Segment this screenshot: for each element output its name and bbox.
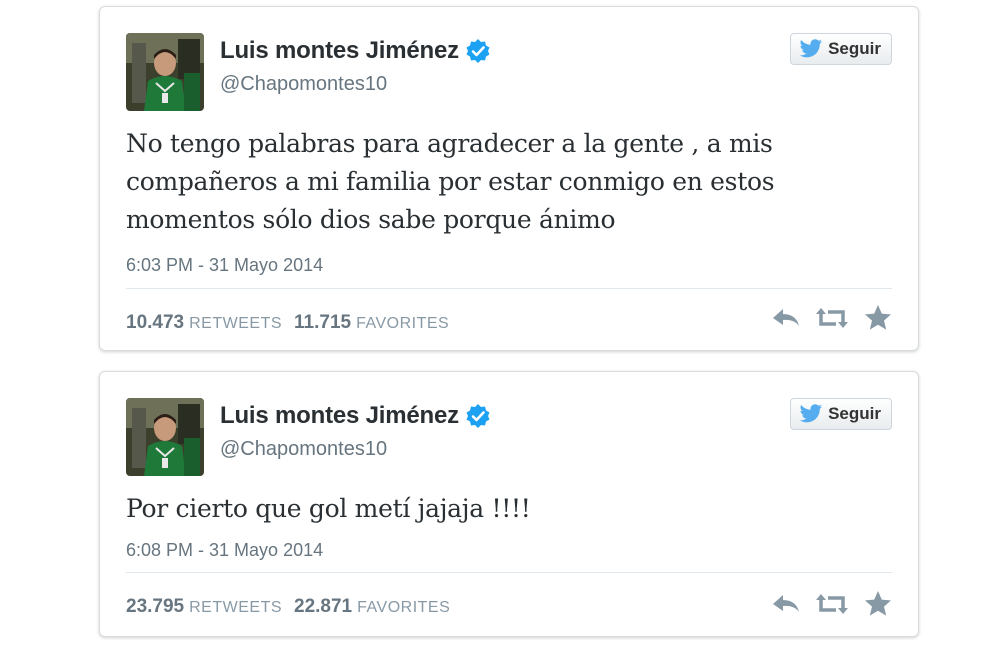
retweet-icon[interactable] xyxy=(816,304,848,332)
twitter-bird-icon xyxy=(799,404,823,423)
favorite-count[interactable]: 11.715 xyxy=(294,312,351,334)
follow-button-label: Seguir xyxy=(828,404,881,423)
tweet-card: Luis montes Jiménez @Chapomontes10 Segui… xyxy=(99,6,919,351)
retweet-count[interactable]: 23.795 xyxy=(126,596,184,618)
avatar[interactable] xyxy=(126,398,204,476)
favorite-label[interactable]: FAVORITES xyxy=(356,315,449,333)
author-handle[interactable]: @Chapomontes10 xyxy=(220,438,387,461)
author-row: Luis montes Jiménez xyxy=(220,37,491,65)
retweet-count[interactable]: 10.473 xyxy=(126,312,184,334)
follow-button-label: Seguir xyxy=(828,39,881,58)
favorite-count[interactable]: 22.871 xyxy=(294,596,352,618)
tweet-timestamp[interactable]: 6:08 PM - 31 Mayo 2014 xyxy=(126,540,323,561)
tweet-actions xyxy=(756,304,894,332)
tweet-stats: 23.795 RETWEETS 22.871 FAVORITES xyxy=(126,596,462,618)
tweet-actions xyxy=(756,590,894,618)
divider xyxy=(126,572,892,573)
retweet-label[interactable]: RETWEETS xyxy=(189,315,282,333)
tweet-text: Por cierto que gol metí jajaja !!!! xyxy=(126,494,531,523)
avatar[interactable] xyxy=(126,33,204,111)
retweet-label[interactable]: RETWEETS xyxy=(189,599,282,617)
author-row: Luis montes Jiménez xyxy=(220,402,491,430)
author-name[interactable]: Luis montes Jiménez xyxy=(220,37,459,65)
follow-button[interactable]: Seguir xyxy=(790,398,892,430)
star-icon[interactable] xyxy=(862,590,894,618)
verified-badge-icon xyxy=(465,403,491,429)
star-icon[interactable] xyxy=(862,304,894,332)
tweet-timestamp[interactable]: 6:03 PM - 31 Mayo 2014 xyxy=(126,255,323,276)
reply-icon[interactable] xyxy=(770,590,802,618)
retweet-icon[interactable] xyxy=(816,590,848,618)
favorite-label[interactable]: FAVORITES xyxy=(357,599,450,617)
tweet-stats: 10.473 RETWEETS 11.715 FAVORITES xyxy=(126,312,461,334)
tweet-text: No tengo palabras para agradecer a la ge… xyxy=(126,129,775,234)
tweet-card: Luis montes Jiménez @Chapomontes10 Segui… xyxy=(99,371,919,637)
follow-button[interactable]: Seguir xyxy=(790,33,892,65)
verified-badge-icon xyxy=(465,38,491,64)
author-name[interactable]: Luis montes Jiménez xyxy=(220,402,459,430)
twitter-bird-icon xyxy=(799,39,823,58)
divider xyxy=(126,288,892,289)
reply-icon[interactable] xyxy=(770,304,802,332)
author-handle[interactable]: @Chapomontes10 xyxy=(220,73,387,96)
